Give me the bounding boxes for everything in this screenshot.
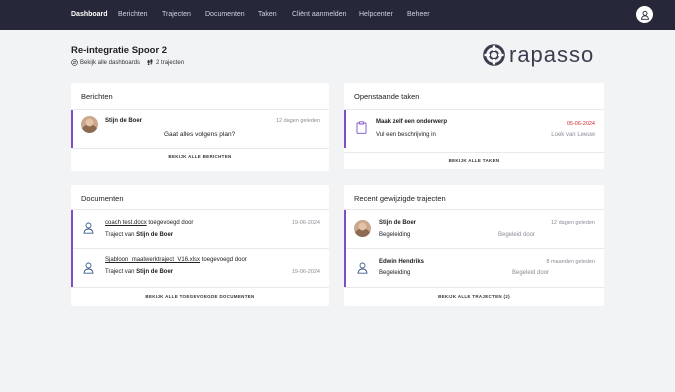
document-date: 19-06-2024 (291, 269, 320, 275)
message-sender: Stijn de Boer (105, 118, 143, 124)
trajects-count-label: 2 trajecten (156, 59, 185, 66)
documenten-title: Documenten (81, 194, 124, 203)
traject-time: 8 maanden geleden (546, 259, 595, 265)
traject-person-name: Stijn de Boer (379, 220, 417, 226)
document-traject-line: Traject van Stijn de Boer (105, 269, 173, 275)
task-assignee: Loek van Leeuw (551, 132, 595, 138)
sender-avatar (81, 116, 98, 133)
nav-berichten[interactable]: Berichten (118, 11, 148, 18)
nav-client-aanmelden[interactable]: Cliënt aanmelden (292, 11, 346, 18)
document-item[interactable]: Sjabloon_maatwerktraject_V16.xlsx toegev… (71, 249, 329, 287)
clipboard-icon (356, 121, 367, 134)
traject-avatar (354, 220, 371, 237)
document-traject-line: Traject van Stijn de Boer (105, 232, 173, 238)
person-icon (83, 262, 94, 274)
rapasso-logo: rapasso (483, 42, 594, 68)
document-file-link[interactable]: coach test.docx (105, 220, 147, 226)
task-description: Vul een beschrijving in (376, 132, 436, 138)
view-all-messages-link[interactable]: BEKIJK ALLE BERICHTEN (71, 154, 329, 159)
document-date: 19-06-2024 (291, 220, 320, 226)
user-icon (640, 10, 649, 20)
task-item[interactable]: Maak zelf een onderwerp 05-06-2024 Vul e… (344, 110, 604, 148)
document-upload-line: coach test.docx toegevoegd door (105, 220, 193, 226)
nav-taken[interactable]: Taken (258, 11, 277, 18)
berichten-card: Berichten Stijn de Boer 12 dagen geleden… (71, 83, 329, 171)
traject-prefix: Traject van (105, 232, 135, 238)
document-upload-line: Sjabloon_maatwerktraject_V16.xlsx toegev… (105, 257, 247, 263)
nav-trajecten[interactable]: Trajecten (162, 11, 191, 18)
traject-guided-by: Begeleid door (498, 232, 536, 238)
traject-time: 12 dagen geleden (550, 220, 595, 226)
all-dashboards-label: Bekijk alle dashboards (80, 59, 141, 66)
view-all-trajects-link[interactable]: BEKIJK ALLE TRAJECTEN (2) (344, 294, 604, 299)
documenten-card: Documenten coach test.docx toegevoegd do… (71, 185, 329, 306)
page-title: Re-integratie Spoor 2 (71, 45, 168, 56)
traject-item[interactable]: Stijn de Boer 12 dagen geleden Begeleidi… (344, 210, 604, 248)
all-dashboards-link[interactable]: Bekijk alle dashboards (71, 59, 140, 66)
person-icon (83, 222, 94, 234)
traject-role: Begeleiding (379, 270, 411, 276)
berichten-title: Berichten (81, 92, 113, 101)
swap-icon (71, 59, 78, 66)
traject-person-name: Edwin Hendriks (379, 259, 425, 265)
traject-item[interactable]: Edwin Hendriks 8 maanden geleden Begelei… (344, 249, 604, 287)
view-all-documents-link[interactable]: BEKIJK ALLE TOEGEVOEGDE DOCUMENTEN (71, 294, 329, 299)
trajecten-card: Recent gewijzigde trajecten Stijn de Boe… (344, 185, 604, 306)
document-file-link[interactable]: Sjabloon_maatwerktraject_V16.xlsx (105, 257, 200, 263)
top-navbar: Dashboard Berichten Trajecten Documenten… (0, 0, 675, 30)
nav-helpcenter[interactable]: Helpcenter (359, 11, 393, 18)
traject-person: Stijn de Boer (136, 269, 174, 275)
lifebuoy-logo-icon (483, 44, 505, 66)
traject-prefix: Traject van (105, 269, 135, 275)
user-avatar[interactable] (636, 6, 653, 23)
nav-documenten[interactable]: Documenten (205, 11, 245, 18)
taken-title: Openstaande taken (354, 92, 420, 101)
nav-dashboard[interactable]: Dashboard (71, 11, 108, 18)
footsteps-icon (147, 59, 153, 66)
trajects-count: 2 trajecten (146, 59, 184, 66)
task-due-date: 05-06-2024 (566, 121, 595, 127)
header-meta: Bekijk alle dashboards 2 trajecten (71, 59, 190, 66)
person-icon (357, 262, 368, 274)
logo-text: rapasso (509, 42, 595, 67)
task-title: Maak zelf een onderwerp (376, 119, 448, 125)
document-action: toegevoegd door (201, 257, 247, 263)
message-text: Gaat alles volgens plan? (164, 131, 236, 138)
taken-card: Openstaande taken Maak zelf een onderwer… (344, 83, 604, 169)
document-item[interactable]: coach test.docx toegevoegd door 19-06-20… (71, 210, 329, 248)
traject-role: Begeleiding (379, 232, 411, 238)
document-action: toegevoegd door (148, 220, 194, 226)
trajecten-title: Recent gewijzigde trajecten (354, 194, 446, 203)
message-item[interactable]: Stijn de Boer 12 dagen geleden Gaat alle… (71, 110, 329, 148)
traject-person: Stijn de Boer (136, 232, 174, 238)
traject-guided-by: Begeleid door (512, 270, 550, 276)
view-all-tasks-link[interactable]: BEKIJK ALLE TAKEN (344, 158, 604, 163)
message-time: 12 dagen geleden (275, 118, 320, 124)
nav-beheer[interactable]: Beheer (407, 11, 430, 18)
